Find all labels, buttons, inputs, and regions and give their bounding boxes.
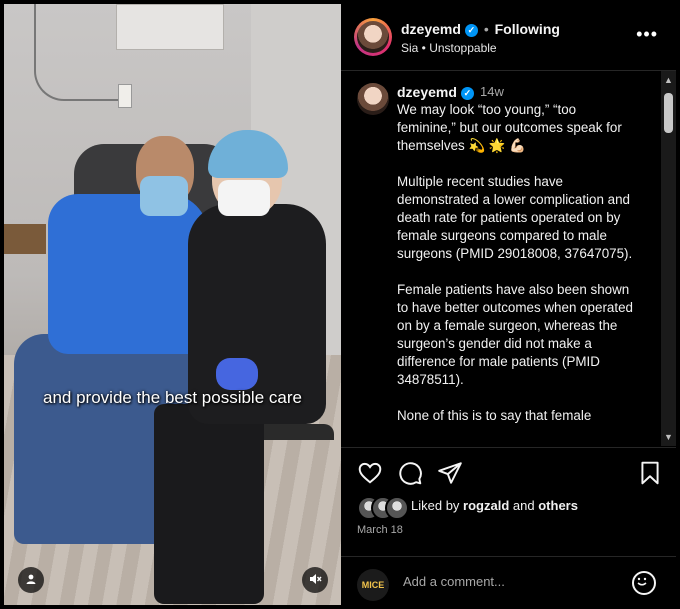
scrollbar-thumb[interactable]: [664, 93, 673, 133]
post-header: dzeyemd ✓ • Following Sia • Unstoppable •…: [341, 4, 676, 71]
caption-paragraph: Multiple recent studies have demonstrate…: [397, 174, 634, 261]
mute-button[interactable]: [302, 567, 328, 593]
story-ring[interactable]: [354, 18, 392, 56]
shelf: [4, 224, 46, 254]
caption-author-avatar[interactable]: [357, 83, 389, 115]
instagram-post-modal: and provide the best possible care dzeye…: [0, 0, 680, 609]
smiley-icon: [637, 577, 647, 586]
post-actions: Liked by rogzald and others March 18 MIC…: [341, 447, 676, 606]
caption-paragraph: We may look “too young,” “too feminine,”…: [397, 102, 626, 153]
comment-button[interactable]: [397, 460, 423, 486]
patient-torso: [48, 194, 208, 354]
liked-by-user[interactable]: rogzald: [463, 498, 509, 513]
caption-scroll-area[interactable]: dzeyemd ✓ 14w We may look “too young,” “t…: [341, 71, 661, 446]
liker-avatar[interactable]: [385, 496, 409, 520]
header-author: dzeyemd ✓ • Following: [401, 21, 560, 37]
audio-link[interactable]: Sia • Unstoppable: [401, 41, 497, 55]
liked-by-others[interactable]: others: [538, 498, 578, 513]
post-video[interactable]: and provide the best possible care: [4, 4, 341, 605]
caption-paragraph: None of this is to say that female: [397, 408, 592, 423]
surgeon-legs: [154, 404, 264, 604]
surgeon-mask: [218, 180, 270, 216]
bookmark-icon: [641, 461, 659, 485]
wall-cabinet: [116, 4, 224, 50]
video-subtitle: and provide the best possible care: [43, 388, 302, 407]
share-icon: [438, 462, 462, 484]
more-options-button[interactable]: •••: [636, 24, 658, 45]
patient-mask: [140, 176, 188, 216]
caption-paragraph: Female patients have also been shown to …: [397, 282, 637, 387]
comment-input[interactable]: Add a comment...: [403, 574, 505, 589]
caption-scrollbar[interactable]: ▲ ▼: [661, 71, 676, 446]
wall-outlet: [118, 84, 132, 108]
following-button[interactable]: Following: [495, 21, 560, 37]
post-date[interactable]: March 18: [357, 524, 403, 536]
save-button[interactable]: [637, 460, 663, 486]
comment-icon: [399, 462, 422, 485]
liked-by-text: Liked by rogzald and others: [411, 498, 578, 513]
liked-by-prefix: Liked by: [411, 498, 460, 513]
like-button[interactable]: [357, 460, 383, 486]
verified-badge-icon: ✓: [460, 86, 474, 100]
post-details-panel: dzeyemd ✓ • Following Sia • Unstoppable •…: [341, 4, 676, 605]
comment-bar: MICE Add a comment...: [341, 556, 676, 607]
caption-author-username[interactable]: dzeyemd: [397, 84, 457, 100]
share-button[interactable]: [437, 460, 463, 486]
commenter-avatar[interactable]: MICE: [357, 569, 389, 601]
likes-summary: Liked by rogzald and others: [357, 496, 677, 520]
speaker-muted-icon: [308, 572, 322, 589]
user-icon: [25, 573, 37, 588]
post-age: 14w: [480, 84, 504, 99]
verified-badge-icon: ✓: [464, 23, 478, 37]
tagged-users-button[interactable]: [18, 567, 44, 593]
emoji-picker-button[interactable]: [632, 571, 656, 595]
caption-text: We may look “too young,” “too feminine,”…: [397, 101, 637, 443]
author-username[interactable]: dzeyemd: [401, 21, 461, 37]
author-avatar[interactable]: [357, 21, 389, 53]
surgeon-glove: [216, 358, 258, 390]
wall-cord: [34, 4, 124, 101]
liked-by-and: and: [512, 498, 535, 513]
caption-author-row: dzeyemd ✓: [397, 84, 474, 100]
scroll-up-icon[interactable]: ▲: [661, 73, 676, 87]
heart-icon: [358, 462, 382, 484]
separator-dot: •: [483, 21, 489, 37]
scroll-down-icon[interactable]: ▼: [661, 430, 676, 444]
